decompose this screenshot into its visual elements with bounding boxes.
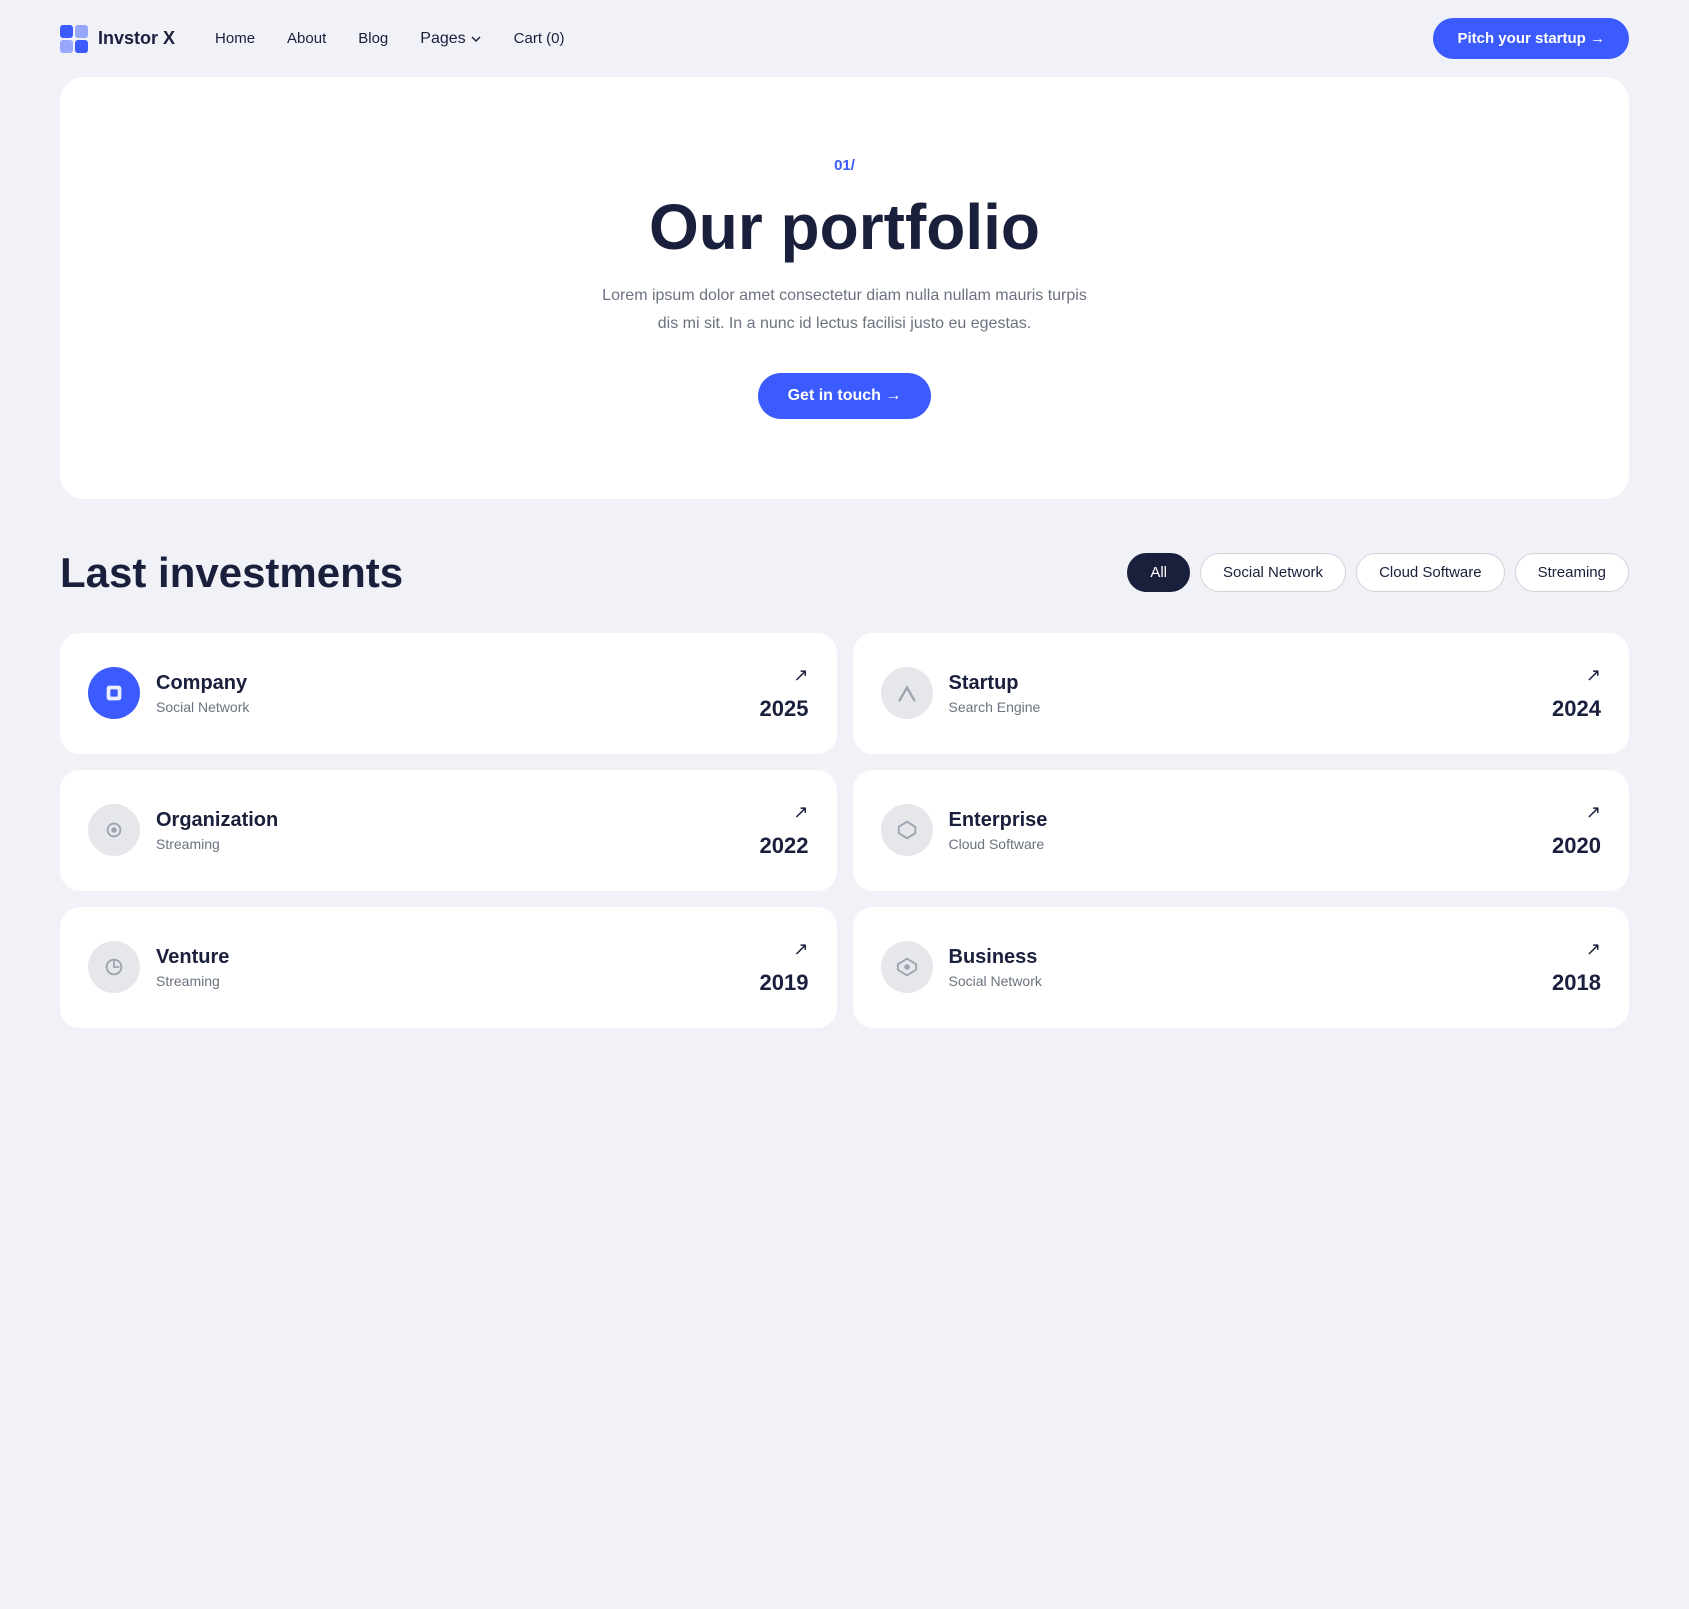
card-name: Venture [156,946,229,969]
card-year: 2022 [760,833,809,859]
hero-title: Our portfolio [100,192,1589,262]
chevron-down-icon [470,33,482,45]
investments-section: Last investments All Social Network Clou… [0,549,1689,1088]
external-link-icon: ↗ [1586,665,1601,686]
investments-title: Last investments [60,549,403,597]
card-info: Startup Search Engine [949,672,1041,715]
card-right: ↗ 2018 [1552,939,1601,996]
nav-links: Home About Blog Pages Cart (0) [215,30,564,48]
card-year: 2020 [1552,833,1601,859]
card-left: Startup Search Engine [881,667,1041,719]
card-category: Cloud Software [949,836,1048,852]
nav-cart[interactable]: Cart (0) [514,30,565,48]
investments-header: Last investments All Social Network Clou… [60,549,1629,597]
card-info: Business Social Network [949,946,1042,989]
card-left: Business Social Network [881,941,1042,993]
card-category: Streaming [156,836,278,852]
card-right: ↗ 2022 [760,802,809,859]
card-left: Company Social Network [88,667,249,719]
card-right: ↗ 2019 [760,939,809,996]
card-info: Organization Streaming [156,809,278,852]
external-link-icon: ↗ [793,939,808,960]
nav-home[interactable]: Home [215,30,255,48]
hero-description: Lorem ipsum dolor amet consectetur diam … [595,282,1095,336]
card-icon [88,667,140,719]
card-year: 2024 [1552,696,1601,722]
card-icon [881,804,933,856]
nav-blog[interactable]: Blog [358,30,388,48]
nav-cart-link[interactable]: Cart (0) [514,30,565,47]
filter-cloud-software[interactable]: Cloud Software [1356,553,1505,592]
card-category: Streaming [156,973,229,989]
card-right: ↗ 2025 [760,665,809,722]
investment-card[interactable]: Organization Streaming ↗ 2022 [60,770,837,891]
nav-blog-link[interactable]: Blog [358,30,388,47]
filter-all[interactable]: All [1127,553,1190,592]
investment-card[interactable]: Venture Streaming ↗ 2019 [60,907,837,1028]
hero-section: 01/ Our portfolio Lorem ipsum dolor amet… [60,77,1629,499]
card-year: 2018 [1552,970,1601,996]
investment-card[interactable]: Company Social Network ↗ 2025 [60,633,837,754]
external-link-icon: ↗ [793,665,808,686]
external-link-icon: ↗ [1586,802,1601,823]
card-right: ↗ 2020 [1552,802,1601,859]
card-category: Social Network [949,973,1042,989]
filter-tabs: All Social Network Cloud Software Stream… [1127,553,1629,592]
nav-about[interactable]: About [287,30,326,48]
hero-section-number: 01/ [100,157,1589,174]
card-info: Enterprise Cloud Software [949,809,1048,852]
pitch-startup-button[interactable]: Pitch your startup → [1433,18,1629,59]
external-link-icon: ↗ [793,802,808,823]
card-icon [88,941,140,993]
nav-pages[interactable]: Pages [420,30,481,48]
card-category: Search Engine [949,699,1041,715]
card-left: Venture Streaming [88,941,229,993]
nav-left: Invstor X Home About Blog Pages Cart (0) [60,25,565,53]
navbar: Invstor X Home About Blog Pages Cart (0)… [0,0,1689,77]
nav-home-link[interactable]: Home [215,30,255,47]
external-link-icon: ↗ [1586,939,1601,960]
logo-icon [60,25,88,53]
investment-card[interactable]: Business Social Network ↗ 2018 [853,907,1630,1028]
card-left: Organization Streaming [88,804,278,856]
get-in-touch-button[interactable]: Get in touch → [758,373,932,419]
card-year: 2025 [760,696,809,722]
card-name: Enterprise [949,809,1048,832]
investment-grid: Company Social Network ↗ 2025 Startup Se… [60,633,1629,1028]
card-icon [881,941,933,993]
filter-social-network[interactable]: Social Network [1200,553,1346,592]
card-name: Startup [949,672,1041,695]
card-info: Venture Streaming [156,946,229,989]
nav-about-link[interactable]: About [287,30,326,47]
investment-card[interactable]: Enterprise Cloud Software ↗ 2020 [853,770,1630,891]
card-name: Organization [156,809,278,832]
logo[interactable]: Invstor X [60,25,175,53]
card-name: Company [156,672,249,695]
card-left: Enterprise Cloud Software [881,804,1048,856]
logo-text: Invstor X [98,28,175,49]
filter-streaming[interactable]: Streaming [1515,553,1629,592]
card-category: Social Network [156,699,249,715]
card-icon [88,804,140,856]
nav-pages-label: Pages [420,30,465,48]
card-icon [881,667,933,719]
card-name: Business [949,946,1042,969]
investment-card[interactable]: Startup Search Engine ↗ 2024 [853,633,1630,754]
card-info: Company Social Network [156,672,249,715]
card-year: 2019 [760,970,809,996]
card-right: ↗ 2024 [1552,665,1601,722]
